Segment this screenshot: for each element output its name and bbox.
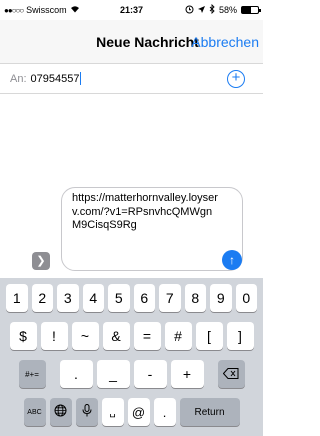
keyboard-row-numbers: 1234567890 [0, 284, 263, 312]
key-num-0[interactable]: 1 [6, 284, 28, 312]
delete-icon [222, 367, 239, 381]
key-num-8[interactable]: 9 [210, 284, 232, 312]
battery-percent: 58% [218, 5, 237, 15]
key-sym-1[interactable]: ! [40, 322, 68, 350]
recipient-label: An: [10, 72, 27, 85]
key-num-2[interactable]: 3 [57, 284, 79, 312]
return-key[interactable]: Return [179, 398, 240, 426]
key-sym-7[interactable]: ] [226, 322, 254, 350]
key-dot[interactable]: . [153, 398, 176, 426]
key-sym-3[interactable]: & [102, 322, 130, 350]
arrow-up-icon: ↑ [229, 253, 235, 267]
key-num-4[interactable]: 5 [108, 284, 130, 312]
recipient-field[interactable]: An: 07954557 + [0, 64, 263, 94]
key-hyphen[interactable]: - [133, 360, 167, 388]
key-num-6[interactable]: 7 [159, 284, 181, 312]
keyboard-row-bottom: ABC ␣ @ . Return [0, 398, 263, 426]
message-input[interactable]: https://matterhornvalley.loyserv.com/?v1… [61, 187, 243, 271]
space-key[interactable]: ␣ [101, 398, 124, 426]
bluetooth-icon [209, 3, 215, 16]
globe-icon [54, 404, 67, 420]
abc-key[interactable]: ABC [23, 398, 46, 426]
battery-icon [241, 6, 261, 14]
key-num-1[interactable]: 2 [31, 284, 53, 312]
key-sym-6[interactable]: [ [195, 322, 223, 350]
key-period[interactable]: . [59, 360, 93, 388]
key-underscore[interactable]: _ [96, 360, 130, 388]
key-sym-0[interactable]: $ [9, 322, 37, 350]
recipient-value[interactable]: 07954557 [31, 73, 80, 85]
status-bar: ●●○○○ Swisscom 21:37 58% [0, 0, 263, 20]
signal-strength-icon: ●●○○○ [4, 5, 24, 15]
delete-key[interactable] [217, 360, 245, 388]
message-text: https://matterhornvalley.loyserv.com/?v1… [72, 192, 218, 231]
cancel-button[interactable]: Abbrechen [191, 34, 259, 50]
alarm-icon [185, 5, 194, 16]
key-plus[interactable]: + [170, 360, 204, 388]
chevron-right-icon: ❯ [36, 255, 46, 267]
globe-key[interactable] [49, 398, 72, 426]
carrier-name: Swisscom [26, 5, 67, 15]
key-at[interactable]: @ [127, 398, 150, 426]
plus-icon: + [231, 69, 241, 86]
key-num-5[interactable]: 6 [133, 284, 155, 312]
location-icon [197, 5, 205, 15]
wifi-icon [70, 5, 80, 15]
keyboard: 1234567890 $! ~ & = #[] #+= . _ - + ABC ␣ @ … [0, 278, 263, 436]
send-button[interactable]: ↑ [222, 250, 242, 270]
expand-apps-button[interactable]: ❯ [32, 252, 50, 270]
keyboard-row-symbols: $! ~ & = #[] [0, 322, 263, 350]
key-sym-2[interactable]: ~ [71, 322, 99, 350]
key-sym-5[interactable]: # [164, 322, 192, 350]
keyboard-row-punctuation: #+= . _ - + [0, 360, 263, 388]
more-symbols-key[interactable]: #+= [18, 360, 46, 388]
key-sym-4[interactable]: = [133, 322, 161, 350]
key-num-7[interactable]: 8 [184, 284, 206, 312]
key-num-3[interactable]: 4 [82, 284, 104, 312]
navigation-bar: Neue Nachricht Abbrechen [0, 20, 263, 64]
key-num-9[interactable]: 0 [235, 284, 257, 312]
text-cursor [80, 72, 82, 85]
dictation-key[interactable] [75, 398, 98, 426]
add-contact-button[interactable]: + [227, 70, 245, 88]
microphone-icon [82, 404, 92, 420]
